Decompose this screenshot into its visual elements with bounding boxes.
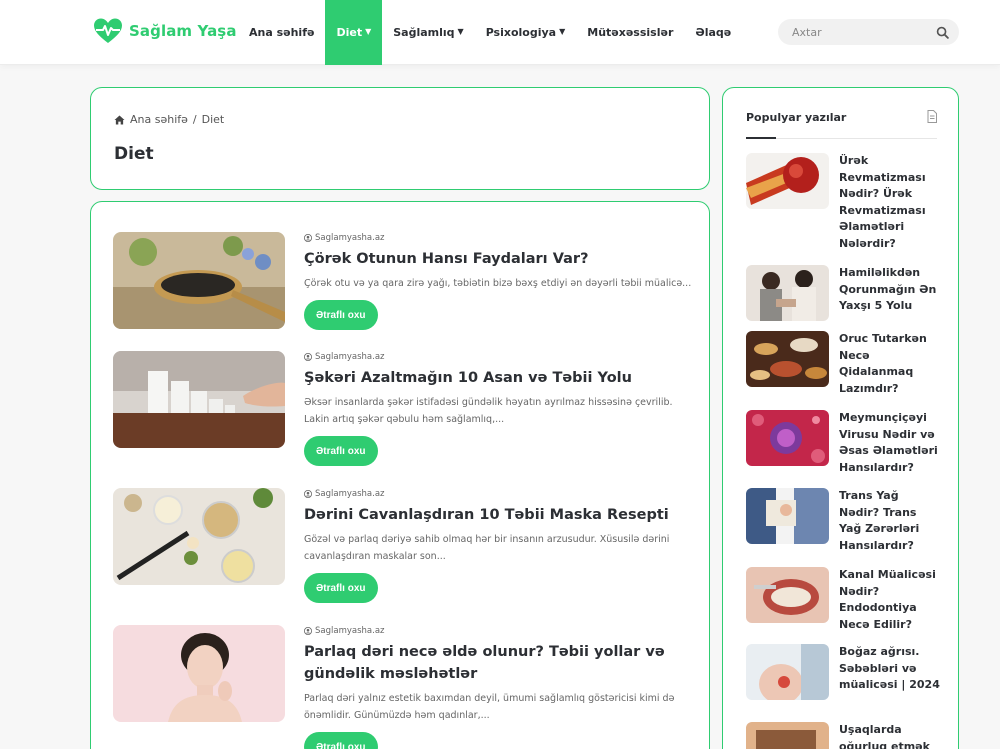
category-header-card: Ana səhifə / Diet Diet (90, 87, 710, 190)
post-author[interactable]: Saglamyasha.az (315, 626, 385, 636)
post-thumbnail[interactable] (113, 351, 285, 448)
nav-item-diet[interactable]: Diet ▼ (325, 0, 383, 65)
chevron-down-icon: ▼ (559, 27, 566, 36)
popular-post-title[interactable]: Hamiləlikdən Qorunmağın Ən Yaxşı 5 Yolu (839, 265, 941, 315)
post-meta: Saglamyasha.az (304, 232, 694, 244)
document-icon (927, 110, 937, 123)
nav-item-psixologiya[interactable]: Psixologiya ▼ (475, 0, 577, 65)
post-meta: Saglamyasha.az (304, 488, 694, 500)
read-more-button[interactable]: Ətraflı oxu (304, 436, 378, 466)
nav-label: Mütəxəssislər (587, 26, 674, 39)
user-icon (304, 234, 312, 242)
popular-post-thumbnail[interactable] (746, 153, 829, 209)
search-box (778, 19, 959, 45)
logo-text: Sağlam Yaşa (129, 22, 237, 40)
post-body: Saglamyasha.az Şəkəri Azaltmağın 10 Asan… (304, 351, 694, 466)
popular-post-thumbnail[interactable] (746, 410, 829, 466)
widget-divider-accent (746, 137, 776, 139)
read-more-button[interactable]: Ətraflı oxu (304, 573, 378, 603)
post-excerpt: Çörək otu və ya qara zirə yağı, təbiətin… (304, 278, 692, 289)
nav-label: Sağlamlıq (393, 26, 455, 39)
nav-label: Diet (336, 26, 363, 39)
post-excerpt: Gözəl və parlaq dəriyə sahib olmaq hər b… (304, 534, 670, 562)
chevron-down-icon: ▼ (365, 27, 372, 36)
popular-post-title[interactable]: Oruc Tutarkən Necə Qidalanmaq Lazımdır? (839, 331, 941, 397)
nav-label: Əlaqə (695, 26, 732, 39)
user-icon (304, 627, 312, 635)
user-icon (304, 490, 312, 498)
popular-post-title[interactable]: Ürək Revmatizması Nədir? Ürək Revmatizma… (839, 153, 941, 252)
post-title[interactable]: Çörək Otunun Hansı Faydaları Var? (304, 248, 694, 270)
popular-post-thumbnail[interactable] (746, 331, 829, 387)
user-icon (304, 353, 312, 361)
nav-label: Psixologiya (485, 26, 557, 39)
popular-post-title[interactable]: Meymunçiçəyi Virusu Nədir və Əsas Əlamət… (839, 410, 941, 476)
post-author[interactable]: Saglamyasha.az (315, 233, 385, 243)
nav-item-mutexessisler[interactable]: Mütəxəssislər (576, 0, 684, 65)
popular-post-title[interactable]: Boğaz ağrısı. Səbəbləri və müalicəsi | 2… (839, 644, 941, 694)
post-thumbnail[interactable] (113, 488, 285, 585)
post-meta: Saglamyasha.az (304, 351, 694, 363)
nav-label: Ana səhifə (249, 26, 315, 39)
post-body: Saglamyasha.az Dərini Cavanlaşdıran 10 T… (304, 488, 694, 603)
read-more-button[interactable]: Ətraflı oxu (304, 732, 378, 749)
post-title[interactable]: Parlaq dəri necə əldə olunur? Təbii yoll… (304, 641, 694, 685)
nav-item-saglamliq[interactable]: Sağlamlıq ▼ (382, 0, 474, 65)
popular-posts-widget: Populyar yazılar Ürək Revmatizması Nədir… (722, 87, 959, 749)
post-thumbnail[interactable] (113, 625, 285, 722)
popular-post-title[interactable]: Trans Yağ Nədir? Trans Yağ Zərərləri Han… (839, 488, 941, 554)
nav-item-home[interactable]: Ana səhifə (238, 0, 325, 65)
popular-post-thumbnail[interactable] (746, 722, 829, 749)
post-excerpt: Parlaq dəri yalnız estetik baxımdan deyi… (304, 693, 675, 721)
popular-post-title[interactable]: Uşaqlarda oğurluq etmək (839, 722, 941, 749)
popular-post-title[interactable]: Kanal Müalicəsi Nədir? Endodontiya Necə … (839, 567, 941, 633)
search-icon[interactable] (936, 26, 949, 39)
breadcrumb: Ana səhifə / Diet (114, 113, 224, 126)
nav-item-elaqe[interactable]: Əlaqə (684, 0, 742, 65)
main-nav: Ana səhifə Diet ▼ Sağlamlıq ▼ Psixologiya ▼… (238, 0, 742, 65)
post-author[interactable]: Saglamyasha.az (315, 352, 385, 362)
site-header: Sağlam Yaşa Ana səhifə Diet ▼ Sağlamlıq ▼ … (0, 0, 1000, 65)
chevron-down-icon: ▼ (457, 27, 464, 36)
search-input[interactable] (792, 25, 936, 39)
post-excerpt: Əksər insanlarda şəkər istifadəsi gündəl… (304, 397, 673, 425)
post-meta: Saglamyasha.az (304, 625, 694, 637)
breadcrumb-separator: / (192, 113, 197, 126)
post-body: Saglamyasha.az Çörək Otunun Hansı Faydal… (304, 232, 694, 330)
post-title[interactable]: Dərini Cavanlaşdıran 10 Təbii Maska Rese… (304, 504, 694, 526)
home-icon (114, 114, 125, 125)
posts-list-card: Saglamyasha.az Çörək Otunun Hansı Faydal… (90, 201, 710, 749)
breadcrumb-home[interactable]: Ana səhifə (130, 113, 188, 126)
post-body: Saglamyasha.az Parlaq dəri necə əldə olu… (304, 625, 694, 749)
post-thumbnail[interactable] (113, 232, 285, 329)
widget-title: Populyar yazılar (746, 111, 847, 124)
popular-post-thumbnail[interactable] (746, 644, 829, 700)
post-author[interactable]: Saglamyasha.az (315, 489, 385, 499)
post-title[interactable]: Şəkəri Azaltmağın 10 Asan və Təbii Yolu (304, 367, 694, 389)
popular-post-thumbnail[interactable] (746, 567, 829, 623)
heart-pulse-logo-icon (94, 18, 122, 43)
read-more-button[interactable]: Ətraflı oxu (304, 300, 378, 330)
page-title: Diet (114, 144, 154, 164)
popular-post-thumbnail[interactable] (746, 488, 829, 544)
breadcrumb-current: Diet (201, 113, 225, 126)
popular-post-thumbnail[interactable] (746, 265, 829, 321)
site-logo[interactable]: Sağlam Yaşa (93, 17, 237, 45)
